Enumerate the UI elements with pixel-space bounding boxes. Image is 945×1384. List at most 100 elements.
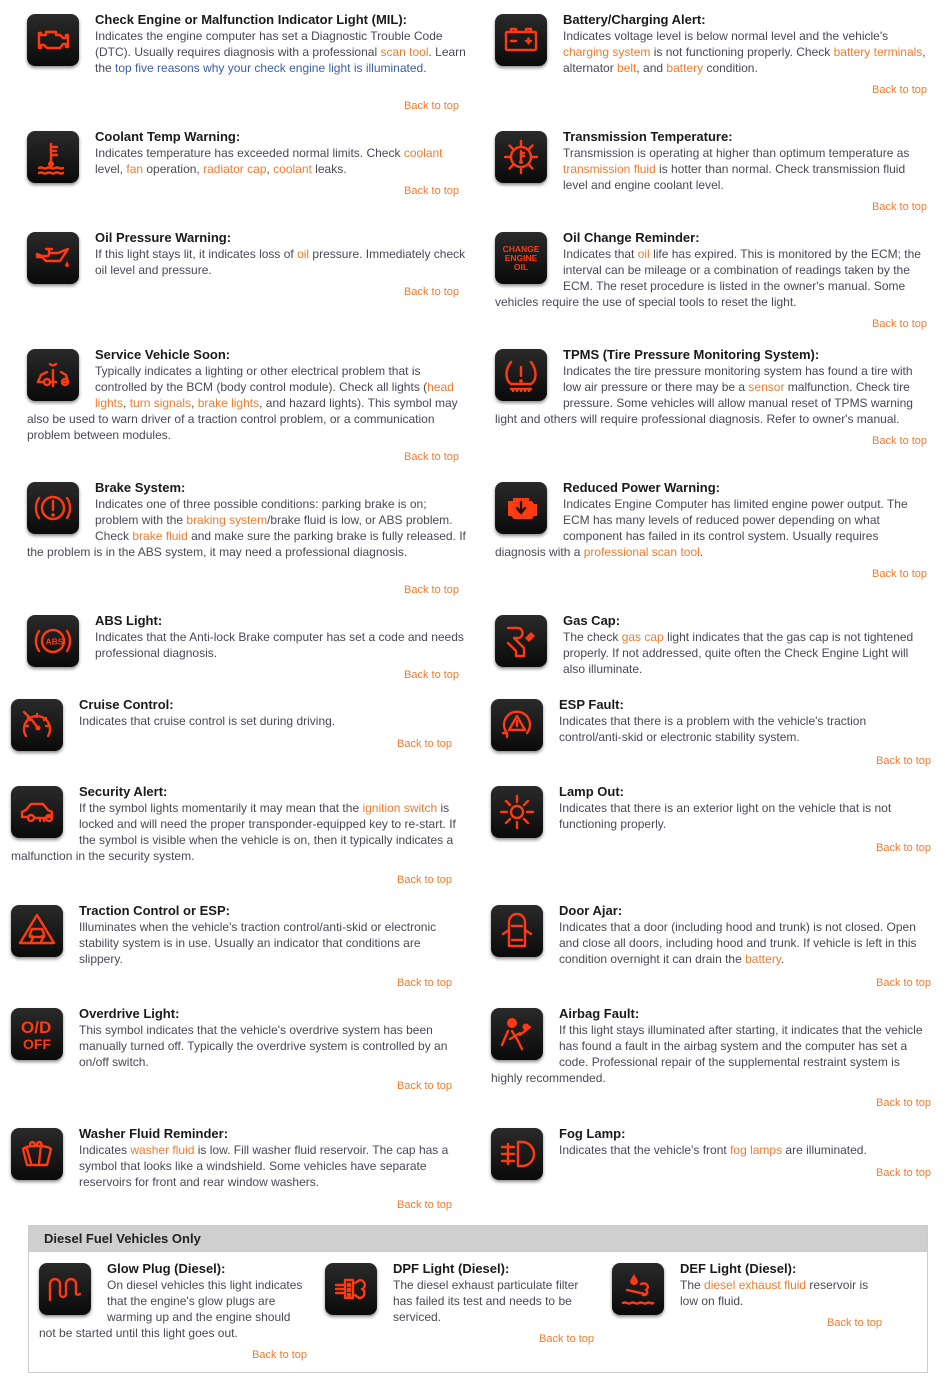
abs-light-icon: ABS <box>27 615 79 667</box>
description-text: leaks. <box>311 162 347 176</box>
warning-light-entry: Reduced Power Warning: Indicates Engine C… <box>495 480 930 560</box>
back-to-top-link[interactable]: Back to top <box>404 100 459 112</box>
description-text: If this light stays illuminated after st… <box>491 1023 923 1085</box>
description-text: If this light stays lit, it indicates lo… <box>95 247 298 261</box>
inline-link[interactable]: fan <box>126 162 143 176</box>
back-to-top-link[interactable]: Back to top <box>404 669 459 681</box>
entry-description: Indicates that a door (including hood an… <box>559 920 917 966</box>
inline-link[interactable]: transmission fluid <box>563 162 656 176</box>
warning-light-entry: O/D OFF Overdrive Light: This symbol indica… <box>11 1006 456 1070</box>
inline-link[interactable]: fog lamps <box>730 1143 782 1157</box>
inline-link[interactable]: brake lights <box>198 396 259 410</box>
back-to-top-link[interactable]: Back to top <box>872 318 927 330</box>
back-to-top-link[interactable]: Back to top <box>397 1199 452 1211</box>
inline-link[interactable]: battery <box>745 952 781 966</box>
diesel-light-entry: DEF Light (Diesel): The diesel exhaust fl… <box>612 1261 882 1319</box>
back-to-top-link[interactable]: Back to top <box>872 568 927 580</box>
warning-light-entry: Airbag Fault: If this light stays illumin… <box>491 1006 931 1086</box>
washer-fluid-icon <box>11 1128 63 1180</box>
back-to-top-link[interactable]: Back to top <box>827 1317 882 1329</box>
back-to-top-link[interactable]: Back to top <box>397 874 452 886</box>
description-text: Indicates that <box>563 247 638 261</box>
back-to-top-link[interactable]: Back to top <box>539 1333 594 1345</box>
overdrive-off-icon: O/D OFF <box>11 1008 63 1060</box>
inline-link[interactable]: brake fluid <box>132 529 187 543</box>
entry-description: Transmission is operating at higher than… <box>563 146 909 192</box>
brake-system-icon <box>27 482 79 534</box>
description-text: is not functioning properly. Check <box>650 45 834 59</box>
reduced-power-icon <box>495 482 547 534</box>
description-text: This symbol indicates that the vehicle's… <box>79 1023 448 1069</box>
back-to-top-link[interactable]: Back to top <box>872 84 927 96</box>
inline-link[interactable]: battery <box>666 61 703 75</box>
inline-link[interactable]: oil <box>297 247 309 261</box>
inline-link[interactable]: coolant <box>273 162 312 176</box>
entry-title: Reduced Power Warning: <box>563 480 720 495</box>
warning-light-entry: Transmission Temperature: Transmission is… <box>495 129 930 193</box>
entry-title: ABS Light: <box>95 613 163 628</box>
back-to-top-link[interactable]: Back to top <box>876 755 931 767</box>
entry-title: Oil Change Reminder: <box>563 230 700 245</box>
description-text: , and <box>636 61 667 75</box>
esp-fault-icon <box>491 699 543 751</box>
inline-link[interactable]: battery terminals <box>834 45 923 59</box>
inline-link[interactable]: coolant <box>404 146 443 160</box>
back-to-top-link[interactable]: Back to top <box>397 1080 452 1092</box>
back-to-top-link[interactable]: Back to top <box>876 842 931 854</box>
diesel-light-entry: Glow Plug (Diesel): On diesel vehicles th… <box>39 1261 309 1341</box>
description-text: life has expired. This is monitored by t… <box>495 247 921 309</box>
entry-description: If the symbol lights momentarily it may … <box>11 801 456 863</box>
description-text: Indicates that the vehicle's front <box>559 1143 731 1157</box>
inline-link[interactable]: gas cap <box>622 630 664 644</box>
inline-link[interactable]: diesel exhaust fluid <box>704 1278 806 1292</box>
inline-link[interactable]: turn signals <box>130 396 191 410</box>
back-to-top-link[interactable]: Back to top <box>872 435 927 447</box>
glow-plug-icon <box>39 1263 91 1315</box>
inline-link[interactable]: scan tool <box>380 45 428 59</box>
back-to-top-link[interactable]: Back to top <box>876 1167 931 1179</box>
back-to-top-link[interactable]: Back to top <box>252 1349 307 1361</box>
back-to-top-link[interactable]: Back to top <box>876 977 931 989</box>
inline-link[interactable]: professional scan tool <box>584 545 700 559</box>
inline-link[interactable]: oil <box>638 247 650 261</box>
description-text: Indicates temperature has exceeded norma… <box>95 146 404 160</box>
back-to-top-link[interactable]: Back to top <box>397 738 452 750</box>
inline-link[interactable]: braking system <box>186 513 267 527</box>
entry-description: Indicates washer fluid is low. Fill wash… <box>79 1143 448 1189</box>
description-text: Indicates that the Anti-lock Brake compu… <box>95 630 464 660</box>
inline-link[interactable]: radiator cap <box>203 162 266 176</box>
entry-title: Gas Cap: <box>563 613 621 628</box>
entry-description: Indicates the tire pressure monitoring s… <box>495 364 913 426</box>
entry-description: Indicates that the Anti-lock Brake compu… <box>95 630 464 660</box>
entry-title: Transmission Temperature: <box>563 129 733 144</box>
entry-description: Indicates temperature has exceeded norma… <box>95 146 443 176</box>
inline-link[interactable]: sensor <box>748 380 784 394</box>
inline-link[interactable]: belt <box>617 61 636 75</box>
description-text: Indicates that there is an exterior ligh… <box>559 801 892 831</box>
warning-light-entry: CHANGE ENGINE OIL Oil Change Reminder: Indic… <box>495 230 930 310</box>
back-to-top-link[interactable]: Back to top <box>397 977 452 989</box>
svg-text:OIL: OIL <box>514 262 528 272</box>
back-to-top-link[interactable]: Back to top <box>404 451 459 463</box>
back-to-top-link[interactable]: Back to top <box>876 1097 931 1109</box>
inline-link[interactable]: charging system <box>563 45 650 59</box>
warning-light-entry: Oil Pressure Warning: If this light stays… <box>27 230 467 288</box>
entry-description: Illuminates when the vehicle's traction … <box>79 920 436 966</box>
warning-light-entry: Security Alert: If the symbol lights mome… <box>11 784 456 864</box>
warning-light-entry: Fog Lamp: Indicates that the vehicle's fr… <box>491 1126 931 1184</box>
traction-control-icon <box>11 905 63 957</box>
entry-description: Indicates that the vehicle's front fog l… <box>559 1143 867 1157</box>
airbag-fault-icon <box>491 1008 543 1060</box>
back-to-top-link[interactable]: Back to top <box>404 286 459 298</box>
back-to-top-link[interactable]: Back to top <box>872 201 927 213</box>
inline-link[interactable]: washer fluid <box>130 1143 194 1157</box>
inline-link[interactable]: ignition switch <box>362 801 437 815</box>
back-to-top-link[interactable]: Back to top <box>404 584 459 596</box>
warning-light-entry: Service Vehicle Soon: Typically indicates… <box>27 347 467 443</box>
diesel-section-heading: Diesel Fuel Vehicles Only <box>29 1226 927 1252</box>
back-to-top-link[interactable]: Back to top <box>404 185 459 197</box>
fog-lamp-icon <box>491 1128 543 1180</box>
description-text: , <box>123 396 130 410</box>
entry-description: Indicates that there is an exterior ligh… <box>559 801 891 831</box>
inline-link[interactable]: top five reasons why your check engine l… <box>115 61 423 75</box>
